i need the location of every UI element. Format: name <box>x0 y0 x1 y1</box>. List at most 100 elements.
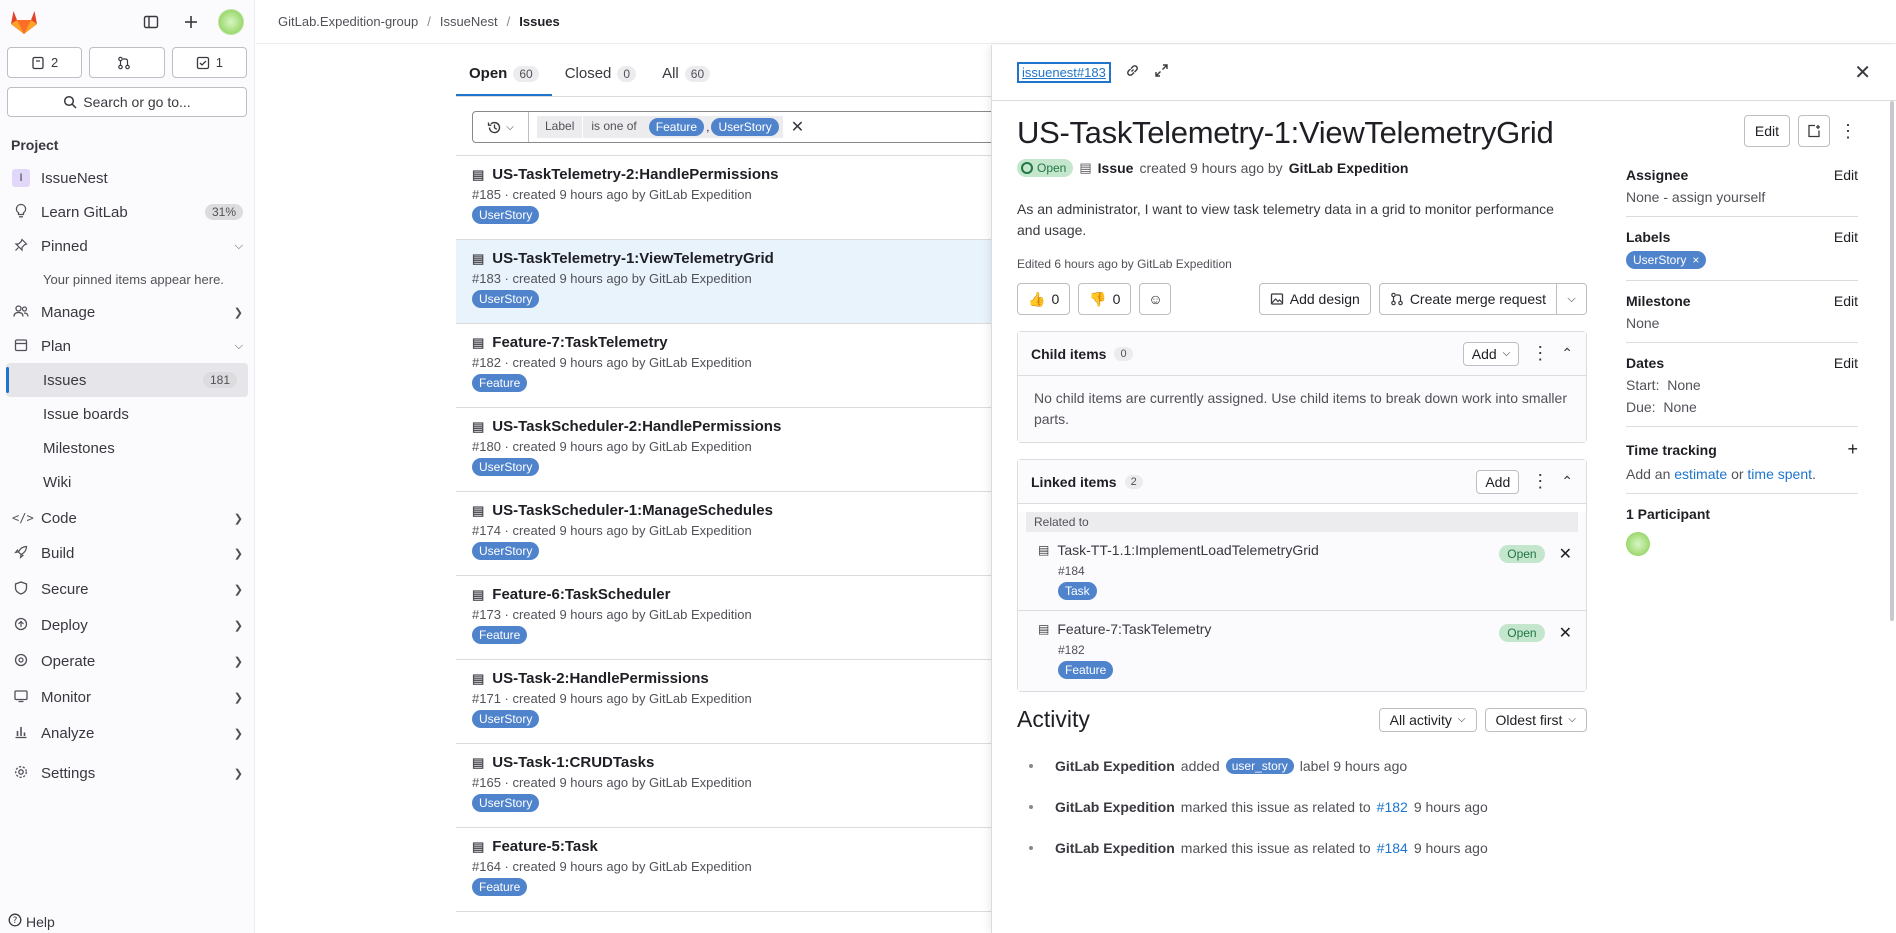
sidebar-item-wiki[interactable]: Wiki <box>0 465 254 499</box>
edit-labels-button[interactable]: Edit <box>1834 229 1858 245</box>
sidebar-item-pinned[interactable]: Pinned ⌵ <box>0 229 254 263</box>
close-icon[interactable]: ✕ <box>1854 60 1871 85</box>
sidebar-item-issues[interactable]: Issues 181 <box>6 363 248 397</box>
breadcrumb-project[interactable]: IssueNest <box>440 14 498 29</box>
more-actions-icon[interactable]: ⋮ <box>1838 115 1858 147</box>
sidebar-item-manage[interactable]: Manage ❯ <box>0 295 254 329</box>
sidebar-item-issue-boards[interactable]: Issue boards <box>0 397 254 431</box>
sidebar-item-deploy[interactable]: Deploy ❯ <box>0 607 254 643</box>
merge-request-options-button[interactable]: ⌵ <box>1557 283 1587 315</box>
more-actions-icon[interactable]: ⋮ <box>1531 343 1549 364</box>
collapse-sidebar-icon[interactable] <box>138 9 164 35</box>
expand-icon[interactable] <box>1154 63 1169 82</box>
issue-label[interactable]: UserStory <box>472 794 540 812</box>
thumbs-up-button[interactable]: 👍 0 <box>1017 283 1071 315</box>
linked-item-label[interactable]: Task <box>1058 582 1097 600</box>
time-spent-link[interactable]: time spent <box>1747 466 1812 482</box>
create-merge-request-button[interactable]: Create merge request <box>1378 283 1557 315</box>
thumbs-down-button[interactable]: 👎 0 <box>1078 283 1132 315</box>
sidebar-item-build[interactable]: Build ❯ <box>0 535 254 571</box>
add-time-icon[interactable]: + <box>1847 439 1858 460</box>
issue-row[interactable]: ▤ Feature-5:Task #164 · created 9 hours a… <box>456 828 996 912</box>
new-related-button[interactable] <box>1798 115 1830 147</box>
estimate-link[interactable]: estimate <box>1674 466 1727 482</box>
edit-assignee-button[interactable]: Edit <box>1834 167 1858 183</box>
issue-row[interactable]: ▤ US-TaskScheduler-1:ManageSchedules #174… <box>456 492 996 576</box>
filter-token-label[interactable]: Label is one of Feature , UserStory ✕ <box>537 116 804 138</box>
add-linked-item-button[interactable]: Add <box>1476 469 1520 494</box>
add-design-button[interactable]: Add design <box>1258 283 1371 315</box>
sidebar-item-operate[interactable]: Operate ❯ <box>0 643 254 679</box>
help-button[interactable]: ? Help <box>8 913 55 930</box>
issue-title[interactable]: US-TaskTelemetry-2:HandlePermissions <box>492 166 778 183</box>
remove-link-icon[interactable]: ✕ <box>1559 623 1572 643</box>
issue-title[interactable]: US-TaskScheduler-1:ManageSchedules <box>492 502 773 519</box>
issue-label[interactable]: Feature <box>472 878 528 896</box>
issue-row[interactable]: ▤ Feature-7:TaskTelemetry #182 · created … <box>456 324 996 408</box>
issue-label[interactable]: Feature <box>472 374 528 392</box>
copy-link-icon[interactable] <box>1125 63 1140 82</box>
breadcrumb-current[interactable]: Issues <box>519 14 559 29</box>
activity-filter-dropdown[interactable]: All activity ⌵ <box>1378 707 1477 732</box>
issue-row[interactable]: ▤ US-Task-1:CRUDTasks #165 · created 9 ho… <box>456 744 996 828</box>
recent-searches-button[interactable]: ⌵ <box>473 112 529 142</box>
participant-avatar[interactable] <box>1626 532 1650 556</box>
issue-row[interactable]: ▤ US-TaskTelemetry-1:ViewTelemetryGrid #1… <box>456 240 996 324</box>
sidebar-item-plan[interactable]: Plan ⌵ <box>0 329 254 363</box>
activity-author[interactable]: GitLab Expedition <box>1055 758 1175 774</box>
sidebar-item-milestones[interactable]: Milestones <box>0 431 254 465</box>
issue-title[interactable]: Feature-6:TaskScheduler <box>492 586 670 603</box>
issue-row[interactable]: ▤ US-Task-2:HandlePermissions #171 · crea… <box>456 660 996 744</box>
chevron-up-icon[interactable]: ⌃ <box>1561 473 1573 490</box>
sidebar-item-analyze[interactable]: Analyze ❯ <box>0 715 254 751</box>
linked-item-title[interactable]: Feature-7:TaskTelemetry <box>1057 621 1211 637</box>
gitlab-logo-icon[interactable] <box>10 9 38 35</box>
issue-row[interactable]: ▤ Feature-6:TaskScheduler #173 · created … <box>456 576 996 660</box>
scrollbar-thumb[interactable] <box>1890 101 1894 621</box>
sidebar-item-project[interactable]: I IssueNest <box>0 161 254 195</box>
issue-label[interactable]: UserStory <box>472 542 540 560</box>
issue-title[interactable]: US-TaskScheduler-2:HandlePermissions <box>492 418 781 435</box>
linked-item[interactable]: ▤ Feature-7:TaskTelemetry #182 Feature Op… <box>1018 611 1586 689</box>
sidebar-item-settings[interactable]: Settings ❯ <box>0 756 254 790</box>
remove-label-icon[interactable]: × <box>1692 253 1699 267</box>
create-new-icon[interactable] <box>178 9 204 35</box>
issue-title[interactable]: Feature-7:TaskTelemetry <box>492 334 667 351</box>
sidebar-item-learn-gitlab[interactable]: Learn GitLab 31% <box>0 195 254 229</box>
issue-title[interactable]: US-Task-1:CRUDTasks <box>492 754 654 771</box>
issue-author[interactable]: GitLab Expedition <box>1289 160 1409 176</box>
issue-title[interactable]: Feature-5:Task <box>492 838 598 855</box>
edit-milestone-button[interactable]: Edit <box>1834 293 1858 309</box>
more-actions-icon[interactable]: ⋮ <box>1531 471 1549 492</box>
issue-reference-link[interactable]: issuenest#183 <box>1017 62 1111 83</box>
tab-open[interactable]: Open 60 <box>456 65 552 96</box>
activity-author[interactable]: GitLab Expedition <box>1055 840 1175 856</box>
drawer-scrollbar[interactable] <box>1885 101 1895 933</box>
issue-label[interactable]: UserStory <box>472 458 540 476</box>
tab-closed[interactable]: Closed 0 <box>552 65 649 96</box>
linked-item[interactable]: ▤ Task-TT-1.1:ImplementLoadTelemetryGrid … <box>1018 532 1586 611</box>
chevron-up-icon[interactable]: ⌃ <box>1561 345 1573 362</box>
edit-issue-button[interactable]: Edit <box>1743 115 1790 147</box>
add-reaction-button[interactable]: ☺ <box>1139 283 1172 315</box>
issue-label[interactable]: UserStory <box>472 206 540 224</box>
issues-counter[interactable]: 2 <box>7 47 83 78</box>
issue-label[interactable]: UserStory <box>472 290 540 308</box>
issue-label[interactable]: Feature <box>472 626 528 644</box>
issue-row[interactable]: ▤ US-TaskScheduler-2:HandlePermissions #1… <box>456 408 996 492</box>
issue-row[interactable]: ▤ US-TaskTelemetry-2:HandlePermissions #1… <box>456 156 996 240</box>
remove-filter-icon[interactable]: ✕ <box>791 117 804 137</box>
linked-item-label[interactable]: Feature <box>1058 661 1114 679</box>
activity-author[interactable]: GitLab Expedition <box>1055 799 1175 815</box>
filter-bar[interactable]: ⌵ Label is one of Feature , UserStory ✕ <box>472 111 996 143</box>
tab-all[interactable]: All 60 <box>649 65 723 96</box>
linked-item-title[interactable]: Task-TT-1.1:ImplementLoadTelemetryGrid <box>1057 542 1318 558</box>
user-avatar[interactable] <box>218 9 244 35</box>
issue-title[interactable]: US-TaskTelemetry-1:ViewTelemetryGrid <box>492 250 774 267</box>
sidebar-item-secure[interactable]: Secure ❯ <box>0 571 254 607</box>
remove-link-icon[interactable]: ✕ <box>1559 544 1572 564</box>
issue-label[interactable]: UserStory <box>472 710 540 728</box>
issue-title[interactable]: US-Task-2:HandlePermissions <box>492 670 708 687</box>
activity-sort-dropdown[interactable]: Oldest first ⌵ <box>1484 707 1587 732</box>
todos-counter[interactable]: 1 <box>171 47 247 78</box>
